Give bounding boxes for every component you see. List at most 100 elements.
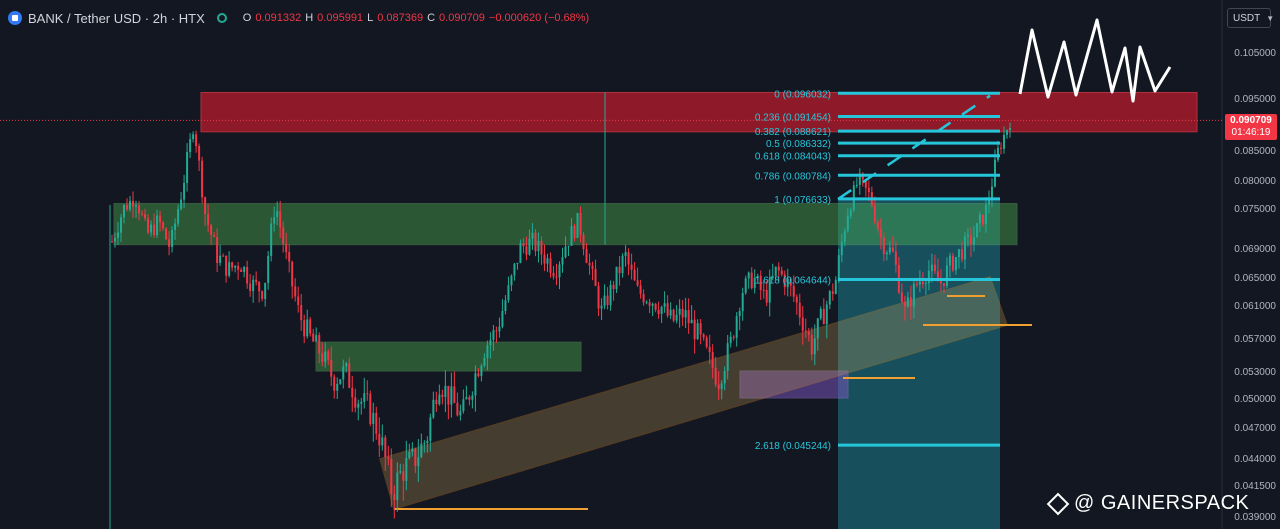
candle-body xyxy=(813,338,816,355)
candle-body xyxy=(477,373,480,377)
candle-body xyxy=(459,411,462,416)
candle-body xyxy=(867,187,870,193)
candle-body xyxy=(141,213,144,215)
candle-body xyxy=(945,265,948,286)
candle-body xyxy=(516,262,519,264)
candle-body xyxy=(669,309,672,316)
candle-body xyxy=(951,255,954,271)
price-chart[interactable]: 0.105000 0.095000 0.085000 0.080000 0.075000… xyxy=(0,0,1280,529)
candle-body xyxy=(633,269,636,281)
symbol-title[interactable]: BANK / Tether USD · 2h · HTX xyxy=(28,11,205,26)
binance-logo-icon xyxy=(1046,492,1070,515)
candle-body xyxy=(450,386,453,405)
candle-body xyxy=(567,245,570,247)
candle-body xyxy=(300,305,303,321)
candle-body xyxy=(822,308,825,325)
candle-body xyxy=(183,182,186,200)
y-tick-label: 0.075000 xyxy=(1234,204,1276,215)
candle-body xyxy=(216,236,219,263)
candle-body xyxy=(681,308,684,318)
candle-body xyxy=(150,224,153,233)
candle-body xyxy=(168,239,171,247)
candle-body xyxy=(645,302,648,304)
candle-body xyxy=(264,282,267,299)
candle-body xyxy=(405,458,408,481)
candle-body xyxy=(171,229,174,247)
candle-body xyxy=(579,213,582,235)
candle-body xyxy=(894,251,897,265)
candle-body xyxy=(564,246,567,258)
candle-body xyxy=(210,225,213,236)
candle-body xyxy=(126,205,129,210)
candle-body xyxy=(303,320,306,337)
y-tick-label: 0.065000 xyxy=(1234,273,1276,284)
candle-body xyxy=(660,306,663,314)
candle-body xyxy=(219,255,222,263)
candle-body xyxy=(417,457,420,467)
candle-body xyxy=(189,139,192,153)
candle-body xyxy=(468,397,471,400)
y-tick-label: 0.057000 xyxy=(1234,334,1276,345)
candle-body xyxy=(747,272,750,279)
fib-level-label: 0.786 (0.080784) xyxy=(755,171,831,182)
candle-body xyxy=(798,302,801,318)
candle-body xyxy=(639,285,642,294)
y-tick-label: 0.044000 xyxy=(1234,454,1276,465)
candle-body xyxy=(372,412,375,424)
candle-body xyxy=(777,266,780,271)
candle-body xyxy=(360,401,363,404)
candle-body xyxy=(432,399,435,418)
candle-body xyxy=(963,236,966,260)
currency-selector[interactable]: USDT ▼ xyxy=(1227,8,1275,28)
candle-body xyxy=(117,232,120,238)
y-tick-label: 0.041500 xyxy=(1234,481,1276,492)
candle-body xyxy=(594,268,597,286)
fib-level-label: 0.618 (0.084043) xyxy=(755,152,831,163)
candle-body xyxy=(387,457,390,459)
candle-body xyxy=(234,265,237,268)
candle-body xyxy=(147,218,150,233)
candle-body xyxy=(270,223,273,256)
candle-body xyxy=(570,225,573,246)
candle-body xyxy=(399,471,402,473)
candle-body xyxy=(309,319,312,334)
candle-body xyxy=(810,334,813,355)
candle-body xyxy=(384,437,387,458)
hand-drawn-zigzag xyxy=(1018,18,1172,103)
candle-body xyxy=(843,230,846,242)
candle-body xyxy=(207,214,210,226)
candle-body xyxy=(834,279,837,294)
candle-body xyxy=(297,296,300,306)
candle-body xyxy=(513,263,516,276)
candle-body xyxy=(921,281,924,285)
y-tick-label: 0.085000 xyxy=(1234,146,1276,157)
candle-body xyxy=(534,232,537,252)
candle-body xyxy=(429,417,432,441)
candle-body xyxy=(225,255,228,276)
candle-body xyxy=(522,243,525,247)
candle-body xyxy=(414,448,417,467)
candle-body xyxy=(426,440,429,443)
candle-body xyxy=(192,134,195,140)
candle-body xyxy=(132,200,135,207)
candle-body xyxy=(618,266,621,274)
candle-body xyxy=(804,330,807,332)
candle-body xyxy=(246,267,249,284)
candle-body xyxy=(231,262,234,268)
candle-body xyxy=(705,337,708,347)
candle-body xyxy=(732,336,735,338)
candle-body xyxy=(978,214,981,224)
candle-body xyxy=(291,261,294,287)
candle-body xyxy=(318,335,321,354)
candle-body xyxy=(765,290,768,303)
candle-body xyxy=(651,303,654,306)
candle-body xyxy=(729,336,732,344)
candle-body xyxy=(273,217,276,224)
candle-body xyxy=(609,284,612,306)
y-tick-label: 0.050000 xyxy=(1234,394,1276,405)
candle-body xyxy=(390,458,393,495)
candle-body xyxy=(444,385,447,398)
candle-body xyxy=(654,303,657,310)
candle-body xyxy=(435,399,438,405)
chevron-down-icon: ▼ xyxy=(1266,13,1275,23)
